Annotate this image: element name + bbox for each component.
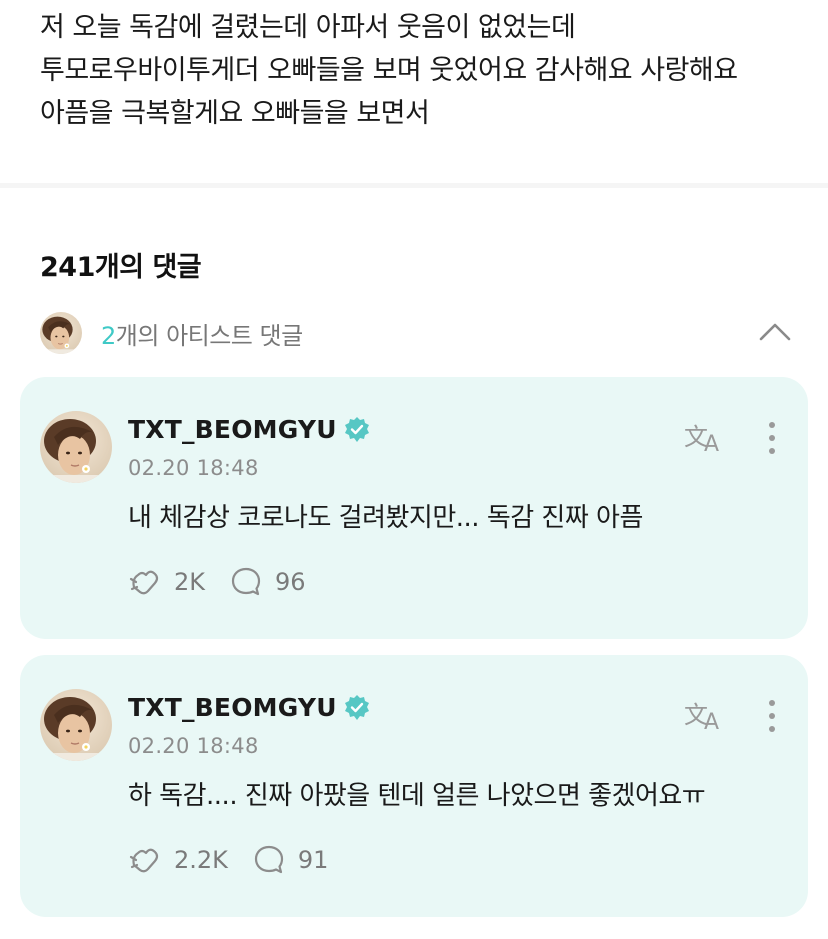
artist-avatar: [40, 312, 82, 354]
artist-comments-text: 개의 아티스트 댓글: [115, 321, 303, 350]
like-button[interactable]: 2.2K: [128, 843, 228, 877]
more-vertical-icon[interactable]: [760, 697, 784, 737]
post-body: 저 오늘 독감에 걸렸는데 아파서 웃음이 없었는데 투모로우바이투게더 오빠들…: [40, 12, 738, 129]
like-icon: [129, 848, 159, 873]
section-divider: [0, 183, 828, 188]
comment-text: 하 독감.... 진짜 아팠을 텐데 얼른 나았으면 좋겠어요ㅠ: [128, 781, 706, 811]
translate-icon[interactable]: 文 A: [684, 697, 726, 735]
reply-count: 91: [297, 846, 329, 874]
comment-text: 내 체감상 코로나도 걸려봤지만... 독감 진짜 아픔: [128, 503, 643, 533]
svg-text:A: A: [704, 432, 719, 455]
svg-text:A: A: [704, 710, 719, 733]
reply-icon: [254, 845, 284, 874]
reply-icon: [231, 567, 261, 596]
like-count: 2.2K: [174, 846, 228, 874]
comment-actions: 2.2K 91: [128, 843, 352, 877]
author-name[interactable]: TXT_BEOMGYU: [128, 693, 337, 722]
like-icon: [129, 570, 159, 595]
verified-badge-icon: [344, 416, 369, 442]
artist-comments-toggle[interactable]: 2개의 아티스트 댓글: [40, 311, 792, 355]
artist-comments-label: 2개의 아티스트 댓글: [101, 316, 303, 351]
like-count: 2K: [174, 568, 206, 596]
artist-comment-card: TXT_BEOMGYU 02.20 18:48 내 체감상 코로나도 걸려봤지만…: [20, 377, 808, 639]
translate-icon[interactable]: 文 A: [684, 419, 726, 457]
more-vertical-icon[interactable]: [760, 419, 784, 459]
reply-button[interactable]: 91: [252, 843, 329, 877]
chevron-up-icon[interactable]: [758, 317, 792, 347]
comment-actions: 2K 96: [128, 565, 330, 599]
comment-timestamp: 02.20 18:48: [128, 456, 259, 480]
comment-timestamp: 02.20 18:48: [128, 734, 259, 758]
author-name[interactable]: TXT_BEOMGYU: [128, 415, 337, 444]
artist-comment-card: TXT_BEOMGYU 02.20 18:48 하 독감.... 진짜 아팠을 …: [20, 655, 808, 917]
author-row: TXT_BEOMGYU: [128, 415, 371, 444]
reply-button[interactable]: 96: [229, 565, 306, 599]
avatar[interactable]: [40, 411, 112, 483]
artist-comments-count: 2: [101, 321, 116, 350]
author-row: TXT_BEOMGYU: [128, 693, 371, 722]
reply-count: 96: [275, 568, 306, 596]
avatar[interactable]: [40, 689, 112, 761]
verified-badge-icon: [344, 694, 369, 720]
like-button[interactable]: 2K: [128, 565, 205, 599]
comments-count-heading: 241개의 댓글: [40, 252, 202, 283]
